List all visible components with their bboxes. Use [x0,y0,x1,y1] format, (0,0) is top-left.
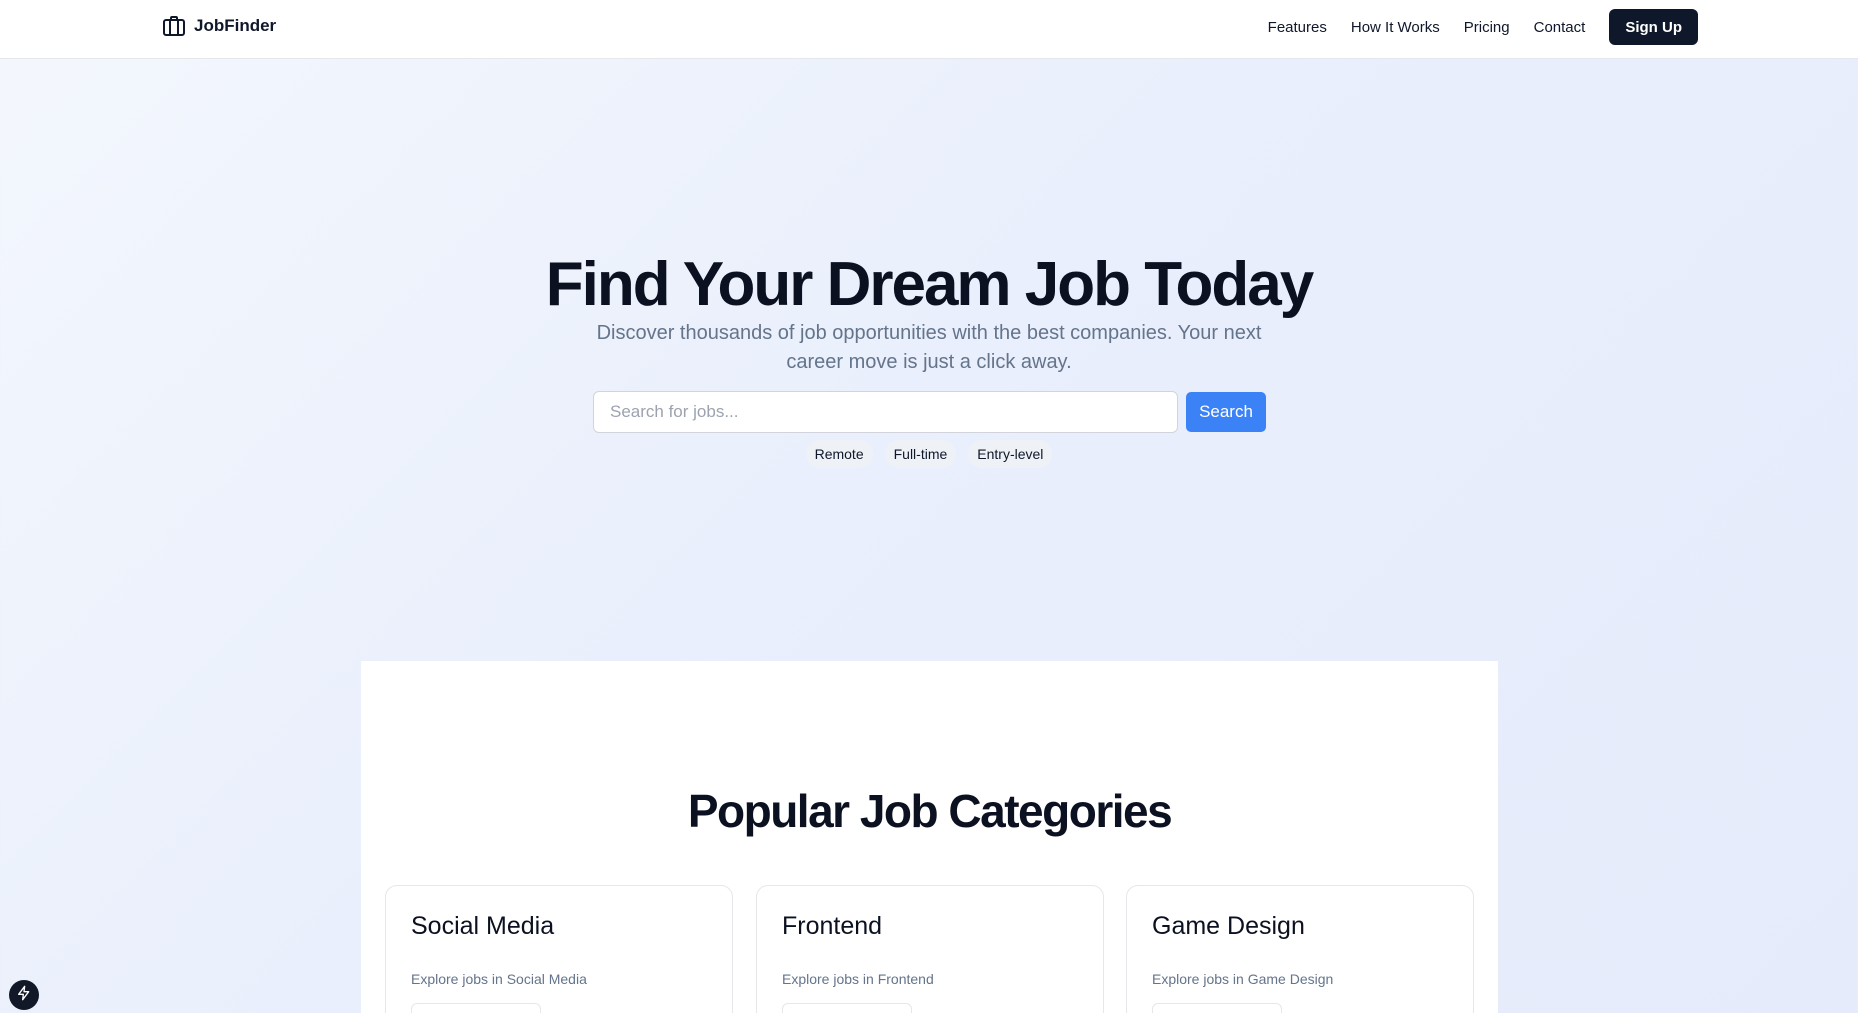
nav-link-features[interactable]: Features [1268,19,1327,36]
nav-link-pricing[interactable]: Pricing [1464,19,1510,36]
filter-chip-remote[interactable]: Remote [805,440,873,468]
job-search-input[interactable] [593,391,1178,433]
search-button[interactable]: Search [1186,392,1266,432]
top-nav-bar: JobFinder Features How It Works Pricing … [0,0,1858,59]
category-card-title: Game Design [1152,912,1305,940]
sign-up-button[interactable]: Sign Up [1609,9,1698,45]
categories-section: Popular Job Categories Social Media Expl… [361,661,1498,1013]
category-card-social-media[interactable]: Social Media Explore jobs in Social Medi… [385,885,733,1013]
category-card-game-design[interactable]: Game Design Explore jobs in Game Design [1126,885,1474,1013]
category-card-title: Social Media [411,912,555,940]
lightning-icon [16,985,32,1006]
category-card-description: Explore jobs in Game Design [1152,971,1334,987]
quick-filter-chips: Remote Full-time Entry-level [0,440,1858,468]
category-card-description: Explore jobs in Social Media [411,971,587,987]
nav-link-contact[interactable]: Contact [1534,19,1586,36]
category-card-description: Explore jobs in Frontend [782,971,934,987]
categories-title: Popular Job Categories [687,785,1173,837]
category-card-frontend[interactable]: Frontend Explore jobs in Frontend [756,885,1104,1013]
brand-logo[interactable]: JobFinder [162,14,276,38]
filter-chip-entry-level[interactable]: Entry-level [968,440,1053,468]
hero-subtitle: Discover thousands of job opportunities … [596,322,1262,373]
job-search-form: Search [593,391,1266,433]
category-card-title: Frontend [782,912,883,940]
category-card-button[interactable] [782,1003,912,1013]
category-card-button[interactable] [1152,1003,1282,1013]
filter-chip-full-time[interactable]: Full-time [884,440,957,468]
hero-title: Find Your Dream Job Today [545,250,1314,319]
main-nav: Features How It Works Pricing Contact Si… [1268,9,1698,45]
dev-tools-badge[interactable] [9,980,39,1010]
category-card-button[interactable] [411,1003,541,1013]
brand-name: JobFinder [194,16,277,35]
nav-link-how-it-works[interactable]: How It Works [1351,19,1440,36]
briefcase-icon [162,14,186,38]
